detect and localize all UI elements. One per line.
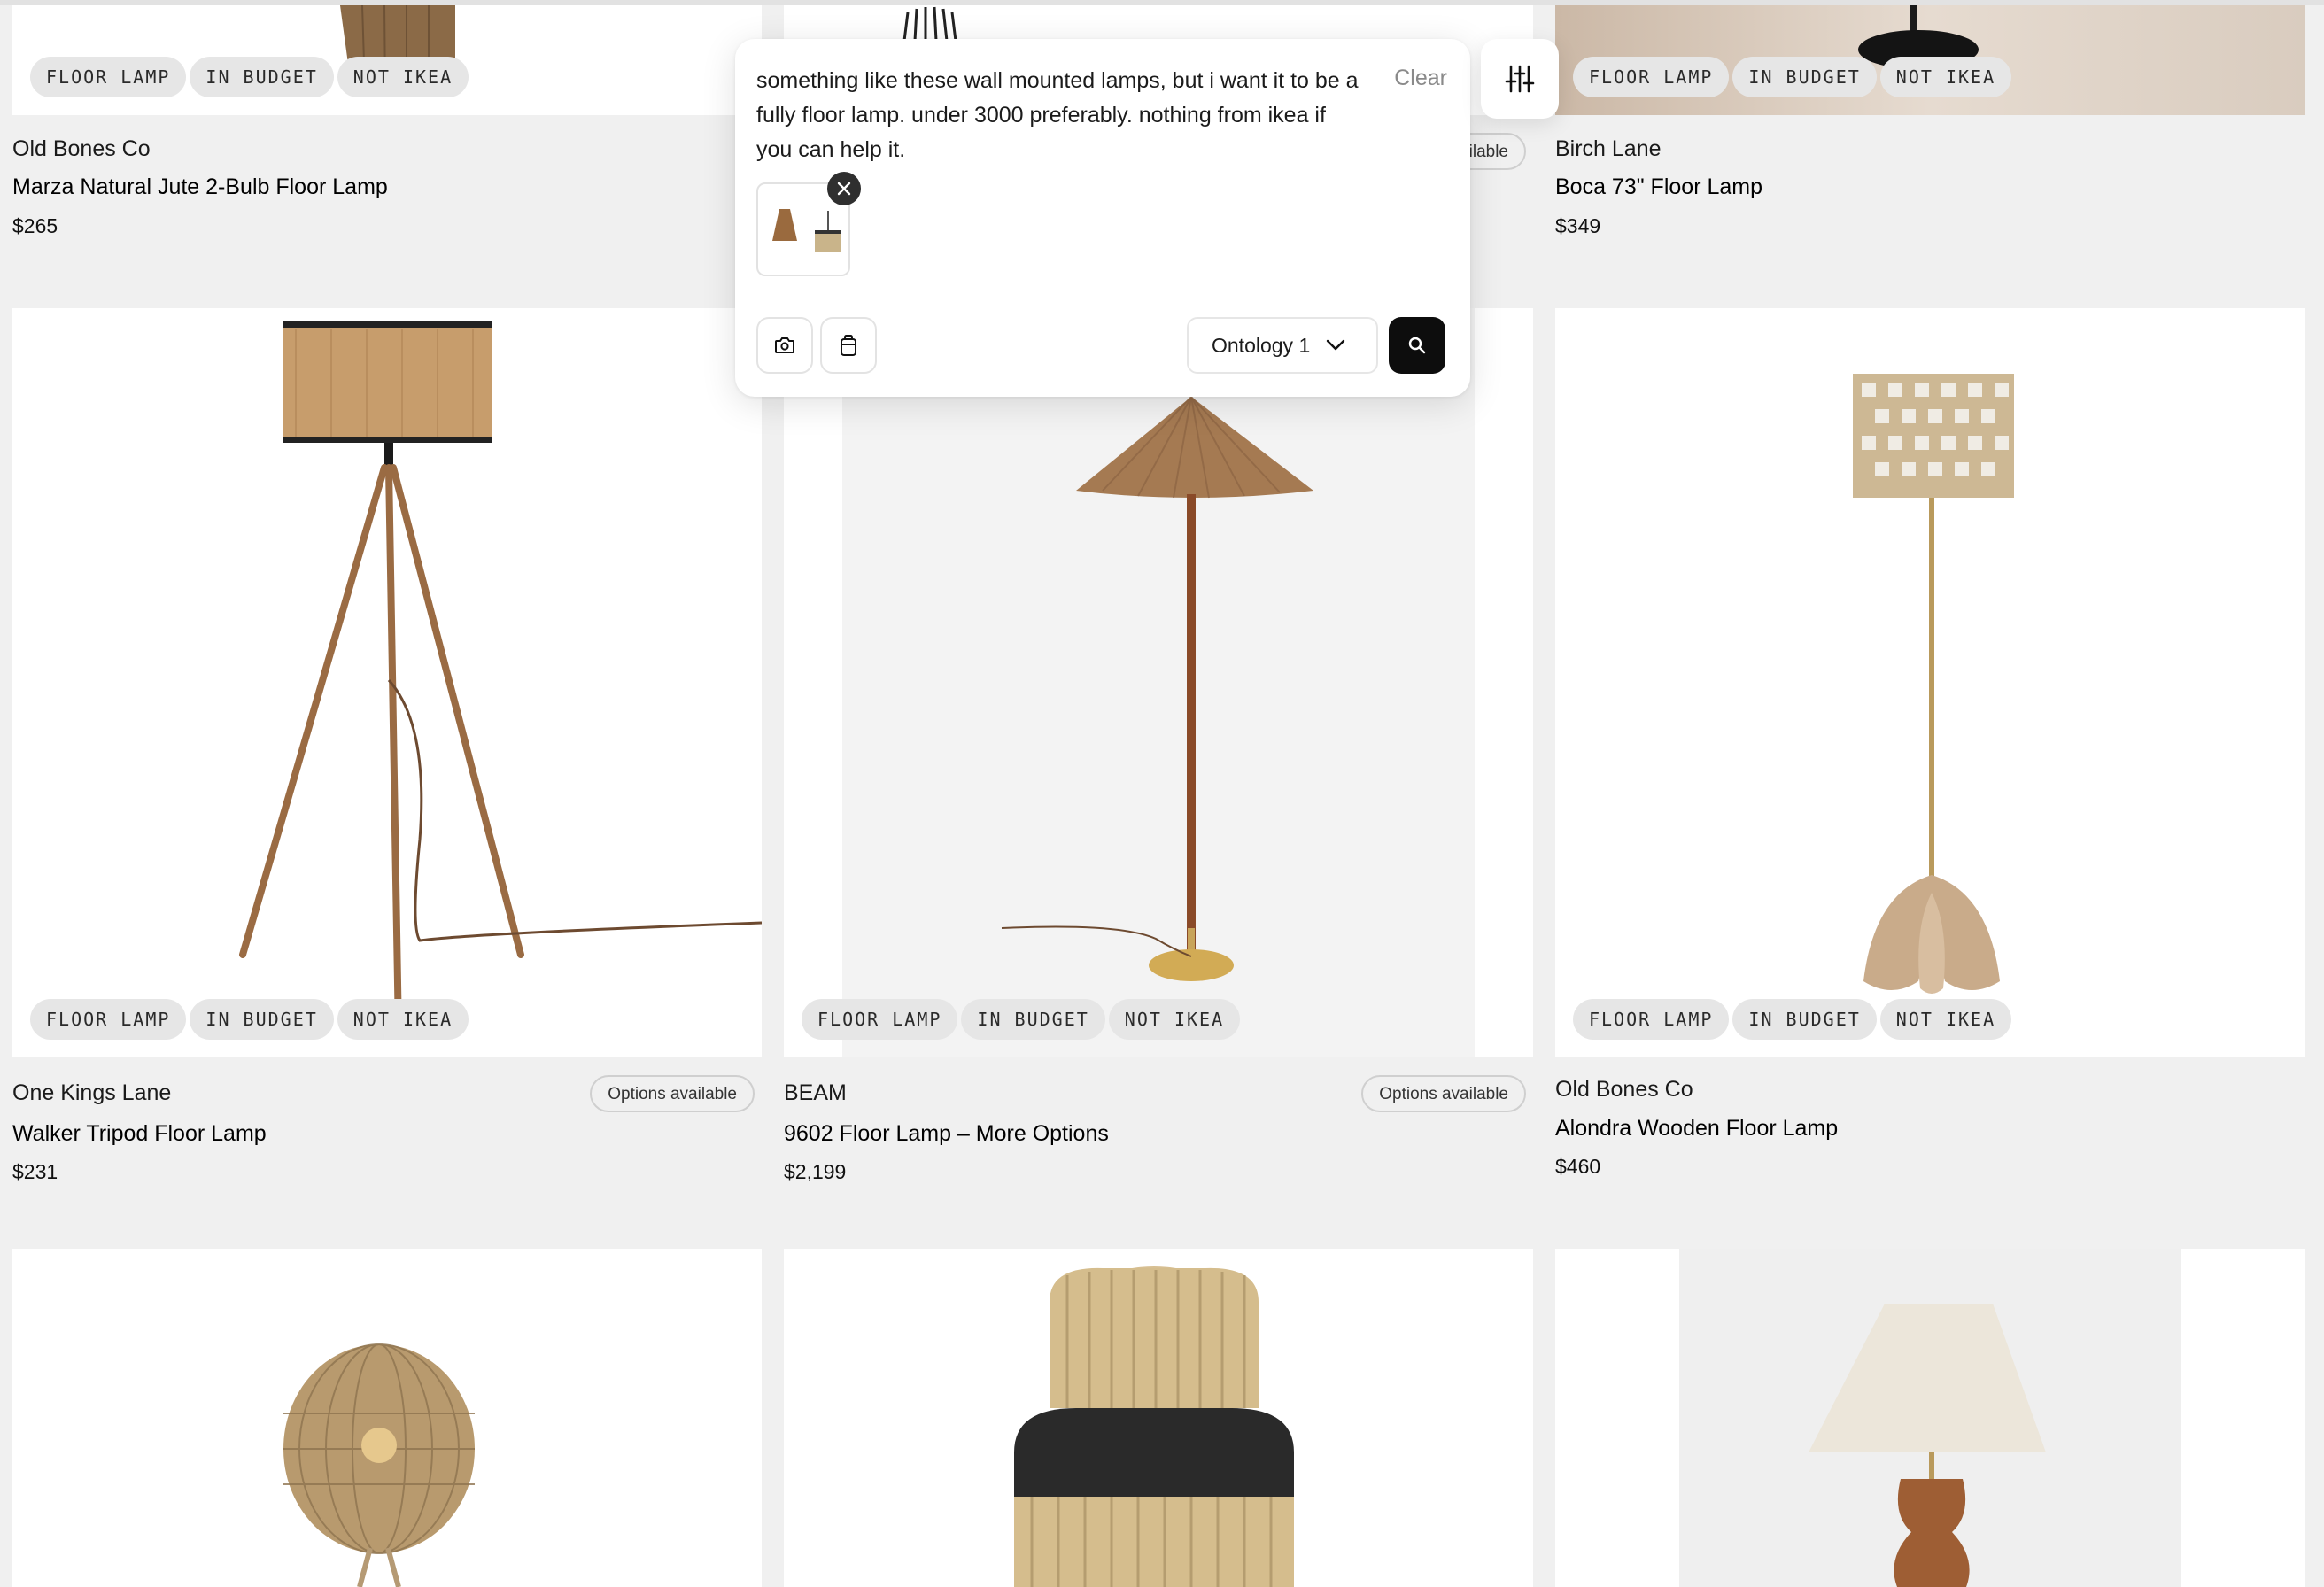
product-card[interactable]: FLOOR LAMP IN BUDGET NOT IKEA BEAM Optio…: [784, 308, 1533, 1185]
tag-in-budget: IN BUDGET: [1732, 57, 1877, 97]
search-icon: [1408, 337, 1426, 354]
product-price: $460: [1555, 1155, 1601, 1178]
tag-list: FLOOR LAMP IN BUDGET NOT IKEA: [1573, 999, 2012, 1040]
tag-list: FLOOR LAMP IN BUDGET NOT IKEA: [802, 999, 1241, 1040]
camera-upload-button[interactable]: [756, 317, 813, 374]
product-image[interactable]: [12, 1249, 762, 1587]
tag-list: FLOOR LAMP IN BUDGET NOT IKEA: [30, 57, 469, 97]
tag-in-budget: IN BUDGET: [190, 999, 334, 1040]
product-image[interactable]: [1555, 1249, 2305, 1587]
product-card[interactable]: [1555, 1249, 2305, 1587]
tag-floor-lamp: FLOOR LAMP: [1573, 57, 1730, 97]
ontology-select-label: Ontology 1: [1212, 333, 1311, 357]
tag-not-ikea: NOT IKEA: [337, 999, 469, 1040]
product-title[interactable]: Walker Tripod Floor Lamp: [12, 1121, 267, 1147]
clear-button[interactable]: Clear: [1394, 66, 1447, 91]
product-title[interactable]: Marza Natural Jute 2-Bulb Floor Lamp: [12, 174, 388, 200]
product-image[interactable]: FLOOR LAMP IN BUDGET NOT IKEA: [12, 5, 762, 115]
tag-floor-lamp: FLOOR LAMP: [802, 999, 958, 1040]
tag-not-ikea: NOT IKEA: [337, 57, 469, 97]
options-available-badge[interactable]: Options available: [1361, 1075, 1526, 1112]
clipboard-icon: [841, 335, 856, 356]
product-price: $231: [12, 1160, 58, 1183]
product-card[interactable]: FLOOR LAMP IN BUDGET NOT IKEA Old Bones …: [1555, 308, 2305, 1185]
product-card[interactable]: FLOOR LAMP IN BUDGET NOT IKEA One Kings …: [12, 308, 762, 1185]
product-image[interactable]: [784, 1249, 1533, 1587]
tag-list: FLOOR LAMP IN BUDGET NOT IKEA: [30, 999, 469, 1040]
sliders-icon: [1505, 65, 1535, 93]
product-title[interactable]: Boca 73" Floor Lamp: [1555, 174, 1762, 200]
search-panel: something like these wall mounted lamps,…: [735, 39, 1470, 397]
product-title[interactable]: Alondra Wooden Floor Lamp: [1555, 1116, 1838, 1142]
close-icon: [837, 182, 851, 196]
chevron-down-icon: [1327, 339, 1345, 351]
product-brand: Old Bones Co: [1555, 1077, 1693, 1102]
product-image[interactable]: FLOOR LAMP IN BUDGET NOT IKEA: [1555, 5, 2305, 115]
tag-floor-lamp: FLOOR LAMP: [30, 999, 187, 1040]
search-query-text[interactable]: something like these wall mounted lamps,…: [756, 64, 1367, 167]
product-price: $2,199: [784, 1160, 847, 1183]
clipboard-button[interactable]: [820, 317, 877, 374]
ontology-select[interactable]: Ontology 1: [1187, 317, 1378, 374]
product-image[interactable]: FLOOR LAMP IN BUDGET NOT IKEA: [784, 308, 1533, 1057]
product-image[interactable]: FLOOR LAMP IN BUDGET NOT IKEA: [12, 308, 762, 1057]
search-button[interactable]: [1389, 317, 1445, 374]
product-brand: Birch Lane: [1555, 136, 1662, 161]
tag-in-budget: IN BUDGET: [1732, 999, 1877, 1040]
tag-in-budget: IN BUDGET: [190, 57, 334, 97]
product-title[interactable]: 9602 Floor Lamp – More Options: [784, 1121, 1109, 1147]
product-image[interactable]: FLOOR LAMP IN BUDGET NOT IKEA: [1555, 308, 2305, 1057]
product-brand: BEAM: [784, 1080, 847, 1105]
filter-button[interactable]: [1481, 39, 1559, 119]
tag-not-ikea: NOT IKEA: [1108, 999, 1241, 1040]
tag-floor-lamp: FLOOR LAMP: [1573, 999, 1730, 1040]
options-available-badge[interactable]: Options available: [590, 1075, 755, 1112]
product-price: $349: [1555, 214, 1601, 237]
product-brand: Old Bones Co: [12, 136, 151, 161]
product-brand: One Kings Lane: [12, 1080, 172, 1105]
tag-not-ikea: NOT IKEA: [1879, 57, 2012, 97]
tag-floor-lamp: FLOOR LAMP: [30, 57, 187, 97]
product-price: $265: [12, 214, 58, 237]
tag-list: FLOOR LAMP IN BUDGET NOT IKEA: [1573, 57, 2012, 97]
remove-image-button[interactable]: [827, 172, 861, 205]
tag-in-budget: IN BUDGET: [961, 999, 1105, 1040]
camera-icon: [775, 337, 794, 353]
tag-not-ikea: NOT IKEA: [1879, 999, 2012, 1040]
product-card[interactable]: FLOOR LAMP IN BUDGET NOT IKEA Birch Lane…: [1555, 0, 2305, 248]
product-card[interactable]: [784, 1249, 1533, 1587]
product-card[interactable]: FLOOR LAMP IN BUDGET NOT IKEA Old Bones …: [12, 0, 762, 248]
product-card[interactable]: [12, 1249, 762, 1587]
